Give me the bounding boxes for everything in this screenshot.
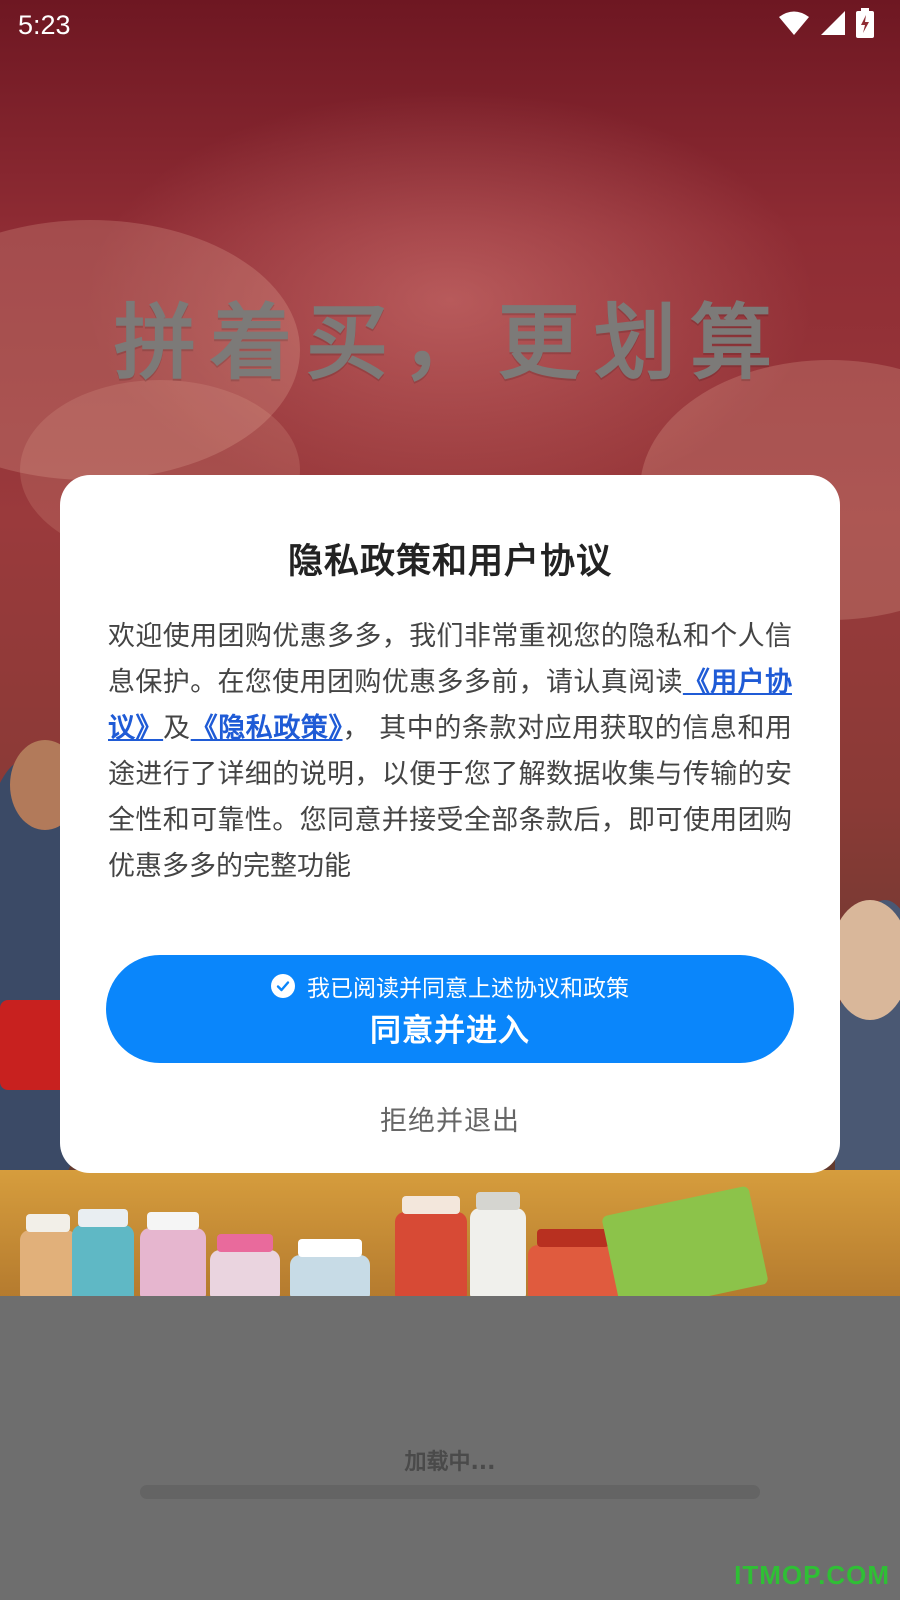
agreement-checkbox-row[interactable]: 我已阅读并同意上述协议和政策 bbox=[271, 969, 629, 1003]
splash-slogan: 拼着买，更划算 bbox=[113, 296, 786, 391]
decor-bottle bbox=[210, 1234, 280, 1296]
status-icons bbox=[778, 8, 874, 42]
privacy-policy-link[interactable]: 《隐私政策》 bbox=[191, 713, 343, 744]
reject-and-exit-button[interactable]: 拒绝并退出 bbox=[60, 1099, 840, 1138]
loading-progress-bar bbox=[140, 1485, 760, 1499]
check-icon[interactable] bbox=[271, 973, 295, 998]
dialog-title: 隐私政策和用户协议 bbox=[287, 542, 612, 582]
dialog-body: 欢迎使用团购优惠多多，我们非常重视您的隐私和个人信息保护。在您使用团购优惠多多前… bbox=[108, 614, 792, 890]
decor-bottle bbox=[528, 1229, 618, 1296]
agree-and-enter-button[interactable]: 我已阅读并同意上述协议和政策 同意并进入 bbox=[106, 955, 794, 1063]
battery-charging-icon bbox=[856, 8, 874, 42]
dialog-body-and: 及 bbox=[163, 713, 191, 744]
decor-person-face bbox=[830, 900, 900, 1020]
agreement-checkbox-label: 我已阅读并同意上述协议和政策 bbox=[307, 975, 629, 1002]
agree-button-label: 同意并进入 bbox=[370, 1012, 530, 1049]
signal-icon bbox=[820, 10, 846, 40]
decor-bottle bbox=[20, 1214, 76, 1296]
privacy-dialog: 隐私政策和用户协议 欢迎使用团购优惠多多，我们非常重视您的隐私和个人信息保护。在… bbox=[60, 475, 840, 1173]
status-bar: 5:23 bbox=[0, 0, 900, 50]
loading-text: 加载中... bbox=[404, 1450, 496, 1475]
wifi-icon bbox=[778, 10, 810, 40]
decor-bottle bbox=[72, 1209, 134, 1296]
status-time: 5:23 bbox=[18, 9, 71, 40]
decor-bottle bbox=[140, 1212, 206, 1296]
decor-bottle bbox=[470, 1192, 526, 1296]
decor-bottle bbox=[290, 1239, 370, 1296]
watermark: ITMOP.COM bbox=[734, 1560, 890, 1590]
decor-bottle bbox=[395, 1196, 467, 1296]
